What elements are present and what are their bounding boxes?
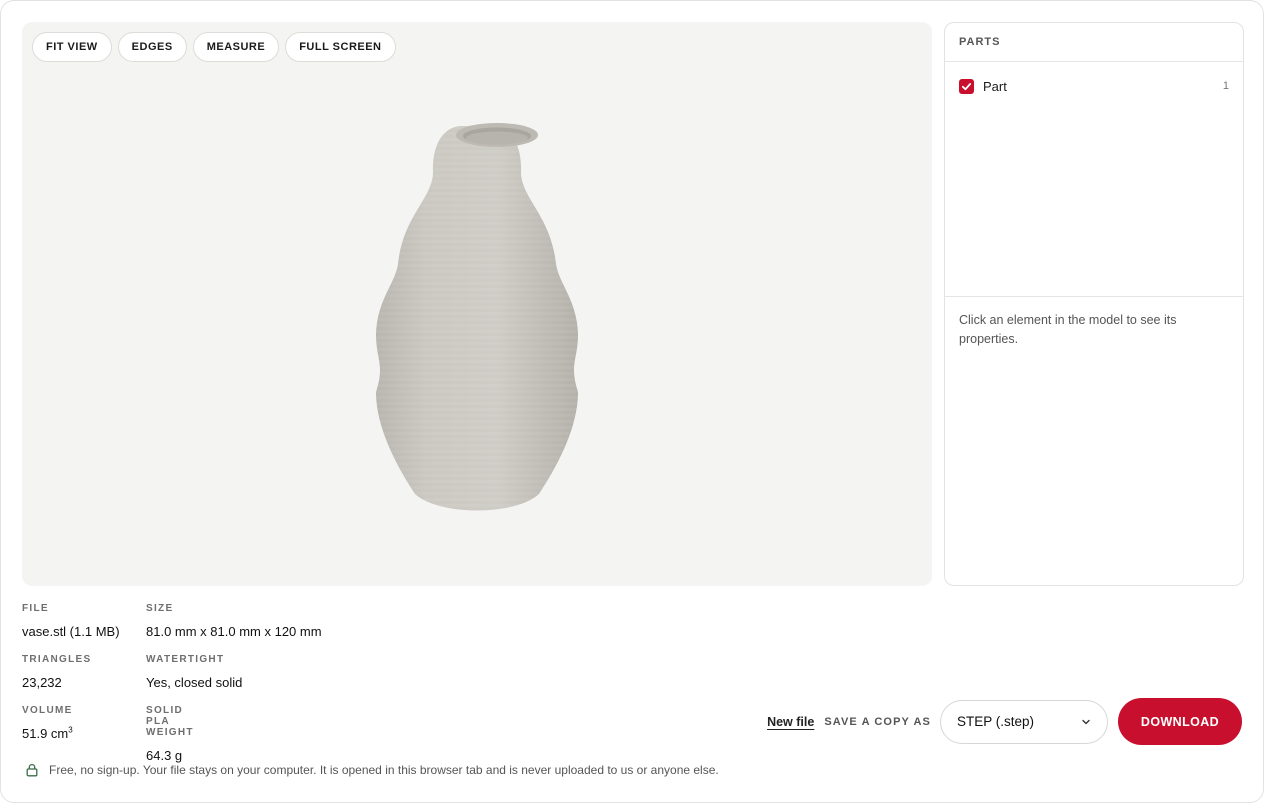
volume-value-wrap: 51.9 cm3 <box>22 726 73 741</box>
triangles-value: 23,232 <box>22 675 62 690</box>
volume-label: VOLUME <box>22 705 73 716</box>
model-viewer[interactable]: FIT VIEW EDGES MEASURE FULL SCREEN <box>22 22 932 586</box>
file-value: vase.stl (1.1 MB) <box>22 624 120 639</box>
size-value: 81.0 mm x 81.0 mm x 120 mm <box>146 624 322 639</box>
chevron-down-icon <box>1081 717 1091 727</box>
format-select[interactable]: STEP (.step) <box>940 699 1108 744</box>
parts-panel: PARTS Part 1 Click an element in the mod… <box>944 22 1244 586</box>
format-selected-value: STEP (.step) <box>957 714 1035 729</box>
file-label: FILE <box>22 603 49 614</box>
volume-info-cell: VOLUME 51.9 cm3 <box>22 705 73 741</box>
fit-view-button[interactable]: FIT VIEW <box>32 32 112 62</box>
weight-value: 64.3 g <box>146 748 183 763</box>
edges-button[interactable]: EDGES <box>117 32 187 62</box>
size-label: SIZE <box>146 603 174 614</box>
save-copy-label: SAVE A COPY AS <box>824 715 931 728</box>
part-checkbox[interactable] <box>959 78 974 94</box>
export-actions: New file SAVE A COPY AS STEP (.step) DOW… <box>767 698 1242 745</box>
weight-label: SOLID PLA WEIGHT <box>146 705 194 738</box>
lock-icon <box>25 763 39 777</box>
full-screen-button[interactable]: FULL SCREEN <box>285 32 396 62</box>
download-button[interactable]: DOWNLOAD <box>1118 698 1242 745</box>
file-info-cell: FILE vase.stl (1.1 MB) <box>22 603 120 639</box>
watertight-value: Yes, closed solid <box>146 675 243 690</box>
check-icon <box>961 81 972 92</box>
triangles-info-cell: TRIANGLES 23,232 <box>22 654 91 690</box>
watertight-label: WATERTIGHT <box>146 654 225 665</box>
size-info-cell: SIZE 81.0 mm x 81.0 mm x 120 mm <box>146 603 322 639</box>
panel-divider <box>945 296 1243 297</box>
watertight-info-cell: WATERTIGHT Yes, closed solid <box>146 654 242 690</box>
triangles-label: TRIANGLES <box>22 654 92 665</box>
volume-value: 51.9 cm <box>22 726 69 741</box>
viewer-toolbar: FIT VIEW EDGES MEASURE FULL SCREEN <box>32 32 396 62</box>
properties-hint: Click an element in the model to see its… <box>959 313 1177 346</box>
parts-header: PARTS <box>945 23 1243 62</box>
part-label: Part <box>983 78 1007 94</box>
measure-button[interactable]: MEASURE <box>192 32 280 62</box>
app-frame: FIT VIEW EDGES MEASURE FULL SCREEN PARTS… <box>0 0 1264 803</box>
vase-model[interactable] <box>355 102 599 516</box>
new-file-link[interactable]: New file <box>767 715 814 729</box>
privacy-note-text: Free, no sign-up. Your file stays on you… <box>49 763 719 777</box>
weight-info-cell: SOLID PLA WEIGHT 64.3 g <box>146 705 194 763</box>
volume-unit-exponent: 3 <box>68 725 73 735</box>
part-row[interactable]: Part 1 <box>959 78 1229 94</box>
privacy-note: Free, no sign-up. Your file stays on you… <box>25 763 719 777</box>
part-count: 1 <box>1222 80 1229 92</box>
